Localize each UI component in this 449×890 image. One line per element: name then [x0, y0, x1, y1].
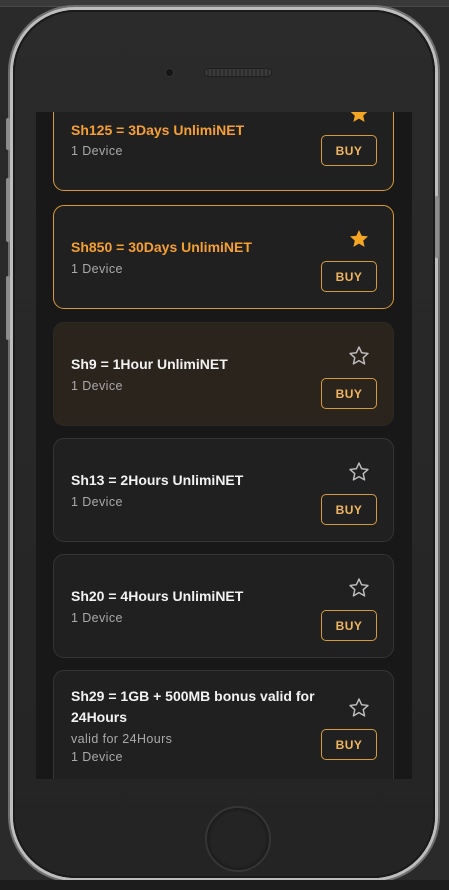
package-title: Sh125 = 3Days UnlimiNET: [71, 122, 245, 138]
volume-up-button: [6, 178, 10, 242]
buy-button[interactable]: BUY: [321, 135, 377, 166]
package-card: Sh13 = 2Hours UnlimiNET 1 Device BUY: [53, 438, 394, 542]
package-card: Sh850 = 30Days UnlimiNET 1 Device BUY: [53, 205, 394, 309]
volume-down-button: [6, 276, 10, 340]
earpiece-speaker: [204, 68, 272, 77]
buy-button[interactable]: BUY: [321, 261, 377, 292]
package-detail: 1 Device: [71, 495, 123, 509]
favorite-star-icon[interactable]: [348, 112, 370, 125]
package-title: Sh20 = 4Hours UnlimiNET: [71, 588, 244, 604]
phone-screen: Sh125 = 3Days UnlimiNET 1 Device BUY Sh8…: [36, 112, 412, 779]
package-detail: 1 Device: [71, 144, 123, 158]
package-detail: 1 Device: [71, 379, 123, 393]
front-camera: [165, 68, 174, 77]
favorite-star-icon[interactable]: [348, 228, 370, 250]
package-detail: valid for 24Hours: [71, 732, 173, 746]
package-card: Sh29 = 1GB + 500MB bonus valid for 24Hou…: [53, 670, 394, 779]
favorite-star-outline-icon[interactable]: [348, 697, 370, 719]
favorite-star-outline-icon[interactable]: [348, 577, 370, 599]
power-button: [435, 196, 439, 258]
top-toolbar-strip: [0, 0, 449, 7]
package-detail: 1 Device: [71, 262, 123, 276]
package-card: Sh125 = 3Days UnlimiNET 1 Device BUY: [53, 112, 394, 191]
package-detail: 1 Device: [71, 611, 123, 625]
buy-button[interactable]: BUY: [321, 494, 377, 525]
mute-switch: [6, 118, 10, 150]
favorite-star-outline-icon[interactable]: [348, 345, 370, 367]
bottom-bar: [0, 880, 449, 890]
package-card: Sh9 = 1Hour UnlimiNET 1 Device BUY: [53, 322, 394, 426]
buy-button[interactable]: BUY: [321, 378, 377, 409]
favorite-star-outline-icon[interactable]: [348, 461, 370, 483]
package-title: Sh29 = 1GB + 500MB bonus valid for 24Hou…: [71, 688, 315, 725]
buy-button[interactable]: BUY: [321, 610, 377, 641]
package-title: Sh9 = 1Hour UnlimiNET: [71, 356, 228, 372]
package-card: Sh20 = 4Hours UnlimiNET 1 Device BUY: [53, 554, 394, 658]
package-title: Sh13 = 2Hours UnlimiNET: [71, 472, 244, 488]
home-button[interactable]: [205, 806, 271, 872]
buy-button[interactable]: BUY: [321, 729, 377, 760]
package-detail: 1 Device: [71, 750, 123, 764]
package-title: Sh850 = 30Days UnlimiNET: [71, 239, 252, 255]
